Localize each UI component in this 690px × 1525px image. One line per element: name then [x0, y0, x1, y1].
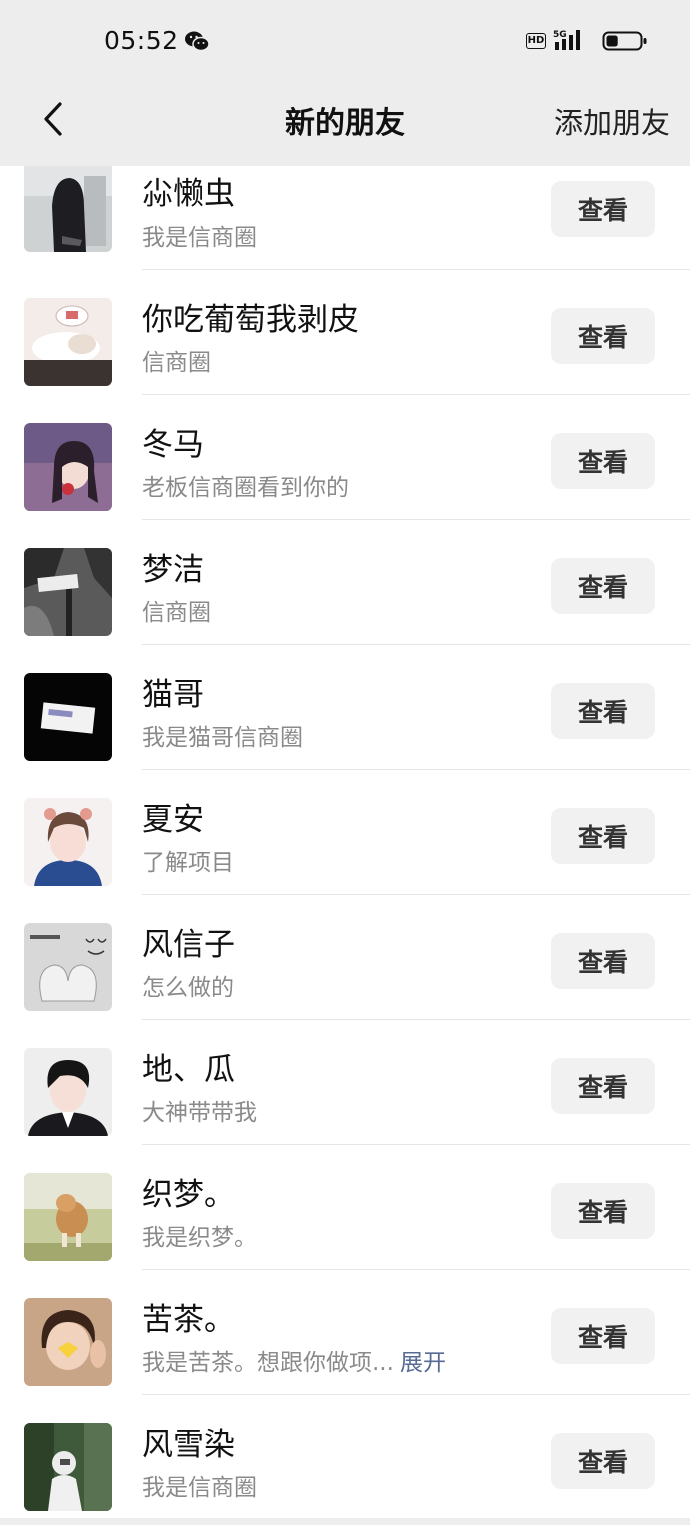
friend-name: 风雪染: [142, 1427, 235, 1463]
friend-name: 织梦。: [142, 1177, 235, 1213]
friend-message: 信商圈: [142, 600, 211, 626]
friend-row[interactable]: 苦茶。 我是苦茶。想跟你做项... 展开 查看: [0, 1270, 690, 1395]
friend-row[interactable]: 地、瓜 大神带带我 查看: [0, 1020, 690, 1145]
friend-message: 我是苦茶。想跟你做项... 展开: [142, 1343, 446, 1377]
view-button[interactable]: 查看: [551, 1433, 655, 1489]
view-button[interactable]: 查看: [551, 181, 655, 237]
avatar[interactable]: [24, 1048, 112, 1136]
friend-name: 梦洁: [142, 552, 204, 588]
friend-name: 苦茶。: [142, 1302, 235, 1338]
friend-message: 大神带带我: [142, 1100, 257, 1126]
friend-name: 猫哥: [142, 677, 204, 713]
avatar[interactable]: [24, 1298, 112, 1386]
view-button[interactable]: 查看: [551, 933, 655, 989]
add-friend-link[interactable]: 添加朋友: [554, 100, 670, 142]
avatar[interactable]: [24, 166, 112, 252]
friend-row[interactable]: 尛懒虫 我是信商圈 查看: [0, 166, 690, 270]
friend-row[interactable]: 夏安 了解项目 查看: [0, 770, 690, 895]
friend-message: 我是织梦。: [142, 1225, 257, 1251]
friend-row[interactable]: 织梦。 我是织梦。 查看: [0, 1145, 690, 1270]
avatar[interactable]: [24, 798, 112, 886]
friend-name: 地、瓜: [142, 1052, 235, 1088]
avatar[interactable]: [24, 1423, 112, 1511]
view-button[interactable]: 查看: [551, 683, 655, 739]
friend-name: 风信子: [142, 927, 235, 963]
friend-row[interactable]: 风信子 怎么做的 查看: [0, 895, 690, 1020]
status-time: 05:52: [104, 26, 179, 55]
avatar[interactable]: [24, 923, 112, 1011]
view-button[interactable]: 查看: [551, 1183, 655, 1239]
avatar[interactable]: [24, 423, 112, 511]
avatar[interactable]: [24, 1173, 112, 1261]
top-bar: 05:52 HD 5G 新的朋友 添加朋友: [0, 0, 690, 166]
friend-row[interactable]: 猫哥 我是猫哥信商圈 查看: [0, 645, 690, 770]
friend-name: 夏安: [142, 802, 204, 838]
hd-badge: HD: [526, 33, 546, 49]
avatar[interactable]: [24, 298, 112, 386]
friend-row[interactable]: 冬马 老板信商圈看到你的 查看: [0, 395, 690, 520]
friend-name: 冬马: [142, 427, 204, 463]
wechat-icon: [185, 31, 210, 52]
friend-row[interactable]: 你吃葡萄我剥皮 信商圈 查看: [0, 270, 690, 395]
friend-message: 我是信商圈: [142, 1475, 257, 1501]
friend-row[interactable]: 梦洁 信商圈 查看: [0, 520, 690, 645]
battery-icon: [602, 31, 647, 51]
message-text: 我是苦茶。想跟你做项...: [142, 1350, 394, 1376]
avatar[interactable]: [24, 673, 112, 761]
view-button[interactable]: 查看: [551, 1058, 655, 1114]
view-button[interactable]: 查看: [551, 308, 655, 364]
friend-message: 了解项目: [142, 850, 234, 876]
friend-name: 你吃葡萄我剥皮: [142, 302, 359, 338]
view-button[interactable]: 查看: [551, 558, 655, 614]
friend-row[interactable]: 风雪染 我是信商圈 查看: [0, 1395, 690, 1520]
friend-message: 我是信商圈: [142, 225, 257, 251]
bottom-bar: [0, 1518, 690, 1525]
expand-link[interactable]: 展开: [400, 1350, 446, 1376]
friend-message: 老板信商圈看到你的: [142, 475, 349, 501]
friend-request-list: 尛懒虫 我是信商圈 查看 你吃葡萄我剥皮 信商圈 查看 冬马 老板信商圈看到你的…: [0, 166, 690, 1520]
friend-message: 信商圈: [142, 350, 211, 376]
view-button[interactable]: 查看: [551, 1308, 655, 1364]
view-button[interactable]: 查看: [551, 808, 655, 864]
friend-message: 怎么做的: [142, 975, 234, 1001]
network-label: 5G: [553, 30, 567, 40]
friend-message: 我是猫哥信商圈: [142, 725, 303, 751]
view-button[interactable]: 查看: [551, 433, 655, 489]
signal-icon: 5G: [553, 30, 580, 50]
friend-name: 尛懒虫: [142, 176, 235, 212]
avatar[interactable]: [24, 548, 112, 636]
